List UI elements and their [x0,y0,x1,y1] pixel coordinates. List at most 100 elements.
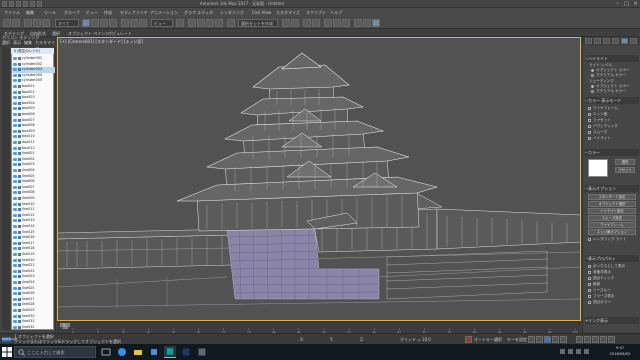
visibility-eye-icon[interactable] [13,152,17,156]
previous-frame-icon[interactable] [536,336,543,343]
scene-explorer-icon[interactable] [312,19,320,27]
visibility-eye-icon[interactable] [13,230,17,234]
visibility-eye-icon[interactable] [13,219,17,223]
visibility-eye-icon[interactable] [13,208,17,212]
option-button-2[interactable]: オブジェクト選択 [588,201,636,207]
percent-snap-icon[interactable] [206,19,214,27]
move-icon[interactable] [121,19,129,27]
rollout-link-display[interactable]: + リンク表示 [585,317,639,324]
visibility-eye-icon[interactable] [13,141,17,144]
rendered-frame-window-icon[interactable] [363,19,371,27]
close-icon[interactable]: × [631,0,640,8]
snap-toggle-icon[interactable] [188,19,196,27]
pan-icon[interactable] [592,336,599,343]
redo-button-icon[interactable] [12,19,20,27]
material-editor-icon[interactable] [342,19,350,27]
edit-named-selection-icon[interactable] [227,19,235,27]
checkbox-1[interactable] [588,107,591,110]
visibility-eye-icon[interactable] [13,314,17,318]
menu-scripting[interactable]: スクリプト [306,10,326,16]
scene-object-list[interactable]: cylinder001 cylinder002 cylinder003 cylinde… [11,48,55,331]
autokey-icon[interactable] [465,336,472,343]
minimize-icon[interactable]: – [613,0,622,8]
visibility-eye-icon[interactable] [13,79,17,83]
visibility-eye-icon[interactable] [13,135,17,139]
visibility-eye-icon[interactable] [13,163,17,167]
visibility-eye-icon[interactable] [13,85,17,88]
shaded-object-color-radio[interactable] [591,85,594,88]
visibility-eye-icon[interactable] [13,253,17,256]
list-item[interactable]: line032 [12,325,55,331]
menu-rendering[interactable]: レンダリング [220,10,244,16]
reference-coordinate-dropdown[interactable]: ビュー [151,19,173,27]
hierarchy-tab-icon[interactable] [603,38,610,44]
shaded-material-color-radio[interactable] [591,90,594,93]
app-icon-generic[interactable] [196,346,208,358]
visibility-eye-icon[interactable] [13,309,17,312]
tray-network-icon[interactable] [560,349,565,354]
set-key-label[interactable]: キーを設定 [507,337,527,343]
bind-space-warp-icon[interactable] [42,19,50,27]
menu-customize[interactable]: カスタマイズ [276,10,300,16]
autokey-label[interactable]: オートキー [474,337,494,343]
menu-edit[interactable]: 編集 [26,10,34,16]
selected-list-label[interactable]: 選択 [494,337,502,343]
time-slider-handle[interactable]: 0 / 100 [60,323,70,330]
menu-modifiers[interactable]: モディファイヤ [120,10,148,16]
layer-explorer-icon[interactable] [303,19,311,27]
menu-help[interactable]: ヘルプ [330,10,342,16]
camera-viewport[interactable]: [+] [Camera001] [スタンダード] [エッジ面] [57,37,581,321]
task-view-icon[interactable] [100,346,112,358]
visibility-eye-icon[interactable] [13,73,17,77]
option-button-5[interactable]: ワイヤフレーム [588,222,636,228]
visibility-eye-icon[interactable] [13,174,17,178]
prop-checkbox-2[interactable] [588,271,591,274]
3ds-max-taskbar-icon[interactable] [164,346,176,358]
selection-filter-dropdown[interactable]: すべて [55,19,79,27]
prop-checkbox-3[interactable] [588,277,591,280]
taskbar-search-box[interactable]: ここに入力して検索 [14,346,96,358]
visibility-eye-icon[interactable] [13,303,17,307]
checkbox-5[interactable] [588,131,591,134]
maxscript-listener-button[interactable]: MAXScript [2,337,17,342]
visibility-eye-icon[interactable] [13,62,17,66]
photoshop-icon[interactable] [180,346,192,358]
option-button-3[interactable]: ハイライト設定 [588,208,636,214]
visibility-eye-icon[interactable] [13,286,17,290]
new-scene-icon[interactable] [9,1,14,7]
menu-views[interactable]: ビュー [86,10,98,16]
taskbar-clock[interactable]: 9:47 2018/06/02 [602,346,638,358]
schematic-view-icon[interactable] [333,19,341,27]
rollout-display-color[interactable]: − ハイライト [585,55,639,62]
visibility-eye-icon[interactable] [13,185,17,189]
color-select-button[interactable]: 選択 [615,159,635,165]
visibility-eye-icon[interactable] [13,241,17,245]
menu-graph-editors[interactable]: グラフ エディタ [184,10,213,16]
rollout-display-properties[interactable]: − 表示プロパティ [585,255,639,262]
prop-checkbox-1[interactable] [588,265,591,268]
play-icon[interactable] [544,336,551,343]
angle-snap-icon[interactable] [197,19,205,27]
visibility-eye-icon[interactable] [13,90,17,94]
visibility-eye-icon[interactable] [13,225,17,228]
explorer-tab-display[interactable]: 表示 [13,40,21,46]
prop-checkbox-5[interactable] [588,289,591,292]
visibility-eye-icon[interactable] [13,247,17,251]
render-light-checkbox[interactable] [588,238,591,241]
visibility-eye-icon[interactable] [13,101,17,105]
visibility-eye-icon[interactable] [13,118,17,122]
visibility-eye-icon[interactable] [13,124,17,128]
link-icon[interactable] [24,19,32,27]
explorer-tab-select[interactable]: 選択 [2,40,10,46]
undo-icon[interactable] [30,1,35,7]
select-by-name-icon[interactable] [91,19,99,27]
create-tab-icon[interactable] [585,38,592,44]
file-explorer-icon[interactable] [132,346,144,358]
windows-start-icon[interactable] [2,347,12,357]
visibility-eye-icon[interactable] [13,157,17,161]
visibility-eye-icon[interactable] [13,57,17,60]
checkbox-2[interactable] [588,113,591,116]
checkbox-6[interactable] [588,137,591,140]
visibility-eye-icon[interactable] [13,129,17,133]
undo-button-icon[interactable] [3,19,11,27]
